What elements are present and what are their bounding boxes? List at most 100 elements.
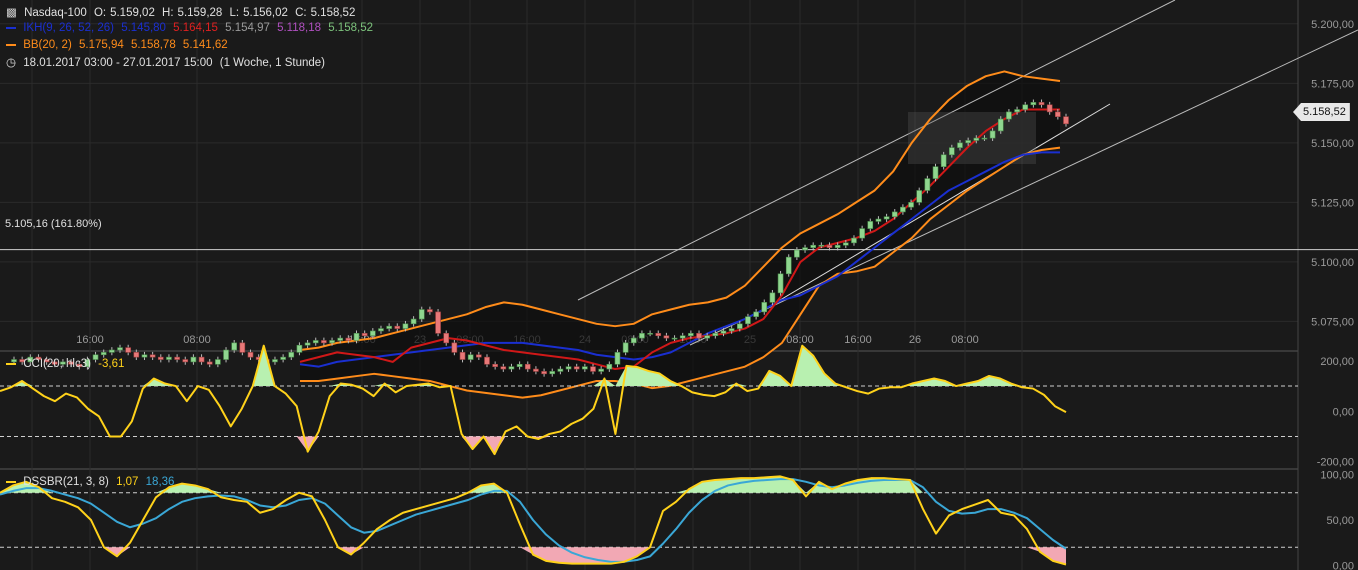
- cci-swatch: [6, 362, 16, 365]
- candle-body: [728, 328, 735, 332]
- candle-body: [851, 237, 857, 244]
- y-tick-label: 5.200,00: [1311, 19, 1354, 31]
- chart-svg: 16:0008:0016:002308:0016:002408:0016:002…: [0, 0, 1358, 570]
- ohlc-open: 5.159,02: [110, 7, 155, 19]
- candle-body: [451, 342, 458, 353]
- candle-body: [671, 337, 678, 340]
- bb-v1: 5.175,94: [78, 39, 124, 51]
- x-tick-label: 16:00: [844, 334, 872, 346]
- candle-body: [720, 330, 727, 334]
- candle-body: [981, 137, 988, 140]
- ikh-v2: 5.164,15: [173, 22, 218, 34]
- candle-body: [1022, 104, 1029, 110]
- y-tick-label: 5.175,00: [1311, 78, 1354, 90]
- candle-body: [223, 349, 229, 360]
- candle-body: [541, 371, 547, 375]
- candle-body: [696, 333, 702, 339]
- candle-body: [745, 316, 751, 325]
- cci-y-tick-label: 200,00: [1320, 356, 1354, 368]
- bb-label: BB(20, 2): [23, 39, 72, 51]
- dssbr-label: DSSBR(21, 3, 8): [23, 476, 109, 488]
- candle-body: [288, 352, 295, 358]
- candle-body: [484, 356, 490, 365]
- candle-body: [109, 349, 115, 353]
- candle-body: [1006, 111, 1012, 120]
- candle-body: [125, 347, 131, 353]
- candle-body: [361, 333, 368, 337]
- candle-body: [639, 333, 645, 339]
- candle-body: [883, 216, 890, 220]
- ikh-v3: 5.154,97: [225, 22, 270, 34]
- candle-body: [1055, 111, 1061, 117]
- candle-body: [435, 311, 441, 334]
- candle-body: [304, 342, 311, 346]
- x-tick-label: 08:00: [183, 334, 211, 346]
- ohlc-open-label: O:: [93, 7, 107, 19]
- candle-body: [402, 323, 409, 329]
- cci-y-tick-label: -200,00: [1317, 457, 1354, 469]
- x-tick-label: 08:00: [786, 334, 814, 346]
- ikh-v4: 5.118,18: [277, 22, 322, 34]
- candle-body: [157, 356, 164, 360]
- ohlc-low: 5.156,02: [243, 7, 288, 19]
- candle-body: [427, 309, 433, 313]
- candle-body: [345, 337, 352, 341]
- ikh-swatch: [6, 26, 16, 29]
- candle-body: [1046, 104, 1053, 113]
- candle-body: [997, 118, 1004, 132]
- candle-body: [174, 356, 180, 360]
- candle-body: [100, 352, 107, 356]
- dssbr-v2: 18,36: [145, 476, 175, 488]
- candle-body: [826, 244, 833, 248]
- candle-body: [476, 354, 482, 358]
- candle-body: [875, 218, 882, 222]
- x-tick-label: 16:00: [76, 334, 104, 346]
- candle-body: [957, 142, 963, 148]
- candle-body: [834, 244, 841, 248]
- candle-body: [688, 333, 694, 337]
- candle-body: [663, 335, 670, 339]
- candle-body: [777, 273, 784, 294]
- bb-v3: 5.141,62: [182, 39, 228, 51]
- candle-body: [198, 356, 205, 363]
- candle-body: [916, 190, 923, 203]
- y-tick-label: 5.150,00: [1311, 138, 1354, 150]
- cci-label: CCI(20, hlc3): [23, 358, 91, 370]
- bb-swatch: [6, 43, 16, 46]
- legend-dssbr: DSSBR(21, 3, 8) 1,07 18,36: [6, 476, 178, 488]
- dss-oversold-fill: [0, 547, 1066, 565]
- candle-body: [272, 359, 278, 363]
- ohlc-close-label: C:: [295, 7, 307, 19]
- candle-body: [769, 292, 776, 303]
- candle-body: [386, 325, 392, 329]
- instrument-icon: ▩: [6, 7, 17, 19]
- candle-body: [1063, 116, 1069, 125]
- candle-body: [508, 366, 515, 370]
- ikh-label: IKH(9, 26, 52, 26): [23, 22, 114, 34]
- x-tick-label: 08:00: [951, 334, 979, 346]
- candle-body: [524, 363, 531, 370]
- candle-body: [606, 363, 613, 370]
- y-tick-label: 5.125,00: [1311, 197, 1354, 209]
- ikh-v5: 5.158,52: [328, 22, 373, 34]
- candle-body: [378, 328, 384, 332]
- candle-body: [410, 318, 417, 325]
- y-tick-label: 5.100,00: [1311, 257, 1354, 269]
- candle-body: [973, 137, 980, 141]
- candle-body: [867, 221, 874, 229]
- fib-label: 5.105,16 (161.80%): [5, 218, 102, 230]
- candle-body: [329, 340, 335, 344]
- legend-ikh: IKH(9, 26, 52, 26) 5.145,80 5.164,15 5.1…: [6, 22, 377, 34]
- candle-body: [353, 333, 360, 341]
- period-interval: (1 Woche, 1 Stunde): [219, 57, 325, 69]
- candle-body: [679, 335, 686, 339]
- candle-body: [802, 247, 808, 251]
- candle-body: [296, 344, 303, 353]
- candle-body: [565, 366, 572, 370]
- candle-body: [932, 166, 939, 179]
- candle-body: [704, 335, 710, 339]
- candle-body: [1030, 102, 1037, 106]
- candle-body: [117, 347, 123, 351]
- candle-body: [655, 333, 662, 337]
- candle-body: [949, 147, 955, 156]
